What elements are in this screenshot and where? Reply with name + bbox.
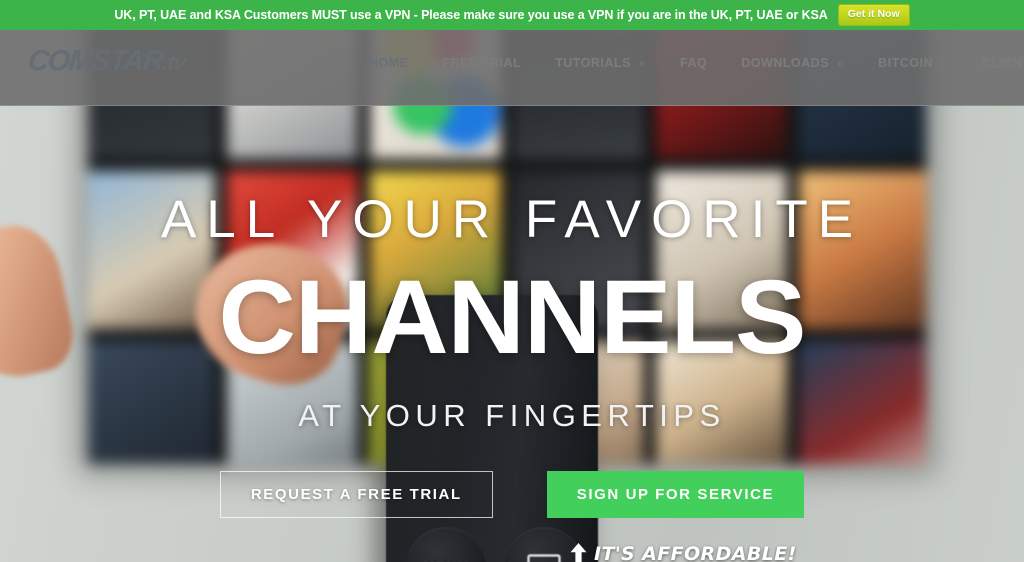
arrow-up-icon — [570, 543, 587, 562]
hero-copy: ALL YOUR FAVORITE CHANNELS AT YOUR FINGE… — [0, 30, 1024, 562]
affordable-annotation: IT'S AFFORDABLE! — [570, 543, 797, 562]
hero-headline-top: ALL YOUR FAVORITE — [160, 190, 864, 249]
get-it-now-button[interactable]: Get it Now — [837, 4, 910, 26]
sign-up-for-service-button[interactable]: SIGN UP FOR SERVICE — [546, 471, 805, 518]
request-free-trial-button[interactable]: REQUEST A FREE TRIAL — [219, 471, 493, 518]
hero-section: MENU ALL YOUR FAVORITE CHANNELS AT YOUR … — [0, 30, 1024, 562]
header-divider — [0, 105, 1024, 106]
hero-cta-row: REQUEST A FREE TRIAL SIGN UP FOR SERVICE — [0, 471, 1024, 518]
announcement-text: UK, PT, UAE and KSA Customers MUST use a… — [114, 8, 828, 22]
site-header — [0, 30, 1024, 106]
announcement-bar: UK, PT, UAE and KSA Customers MUST use a… — [0, 0, 1024, 30]
page-root: MENU ALL YOUR FAVORITE CHANNELS AT YOUR … — [0, 0, 1024, 562]
hero-headline-main: CHANNELS — [218, 259, 807, 376]
hero-headline-sub: AT YOUR FINGERTIPS — [298, 398, 726, 433]
affordable-text: IT'S AFFORDABLE! — [594, 543, 797, 562]
